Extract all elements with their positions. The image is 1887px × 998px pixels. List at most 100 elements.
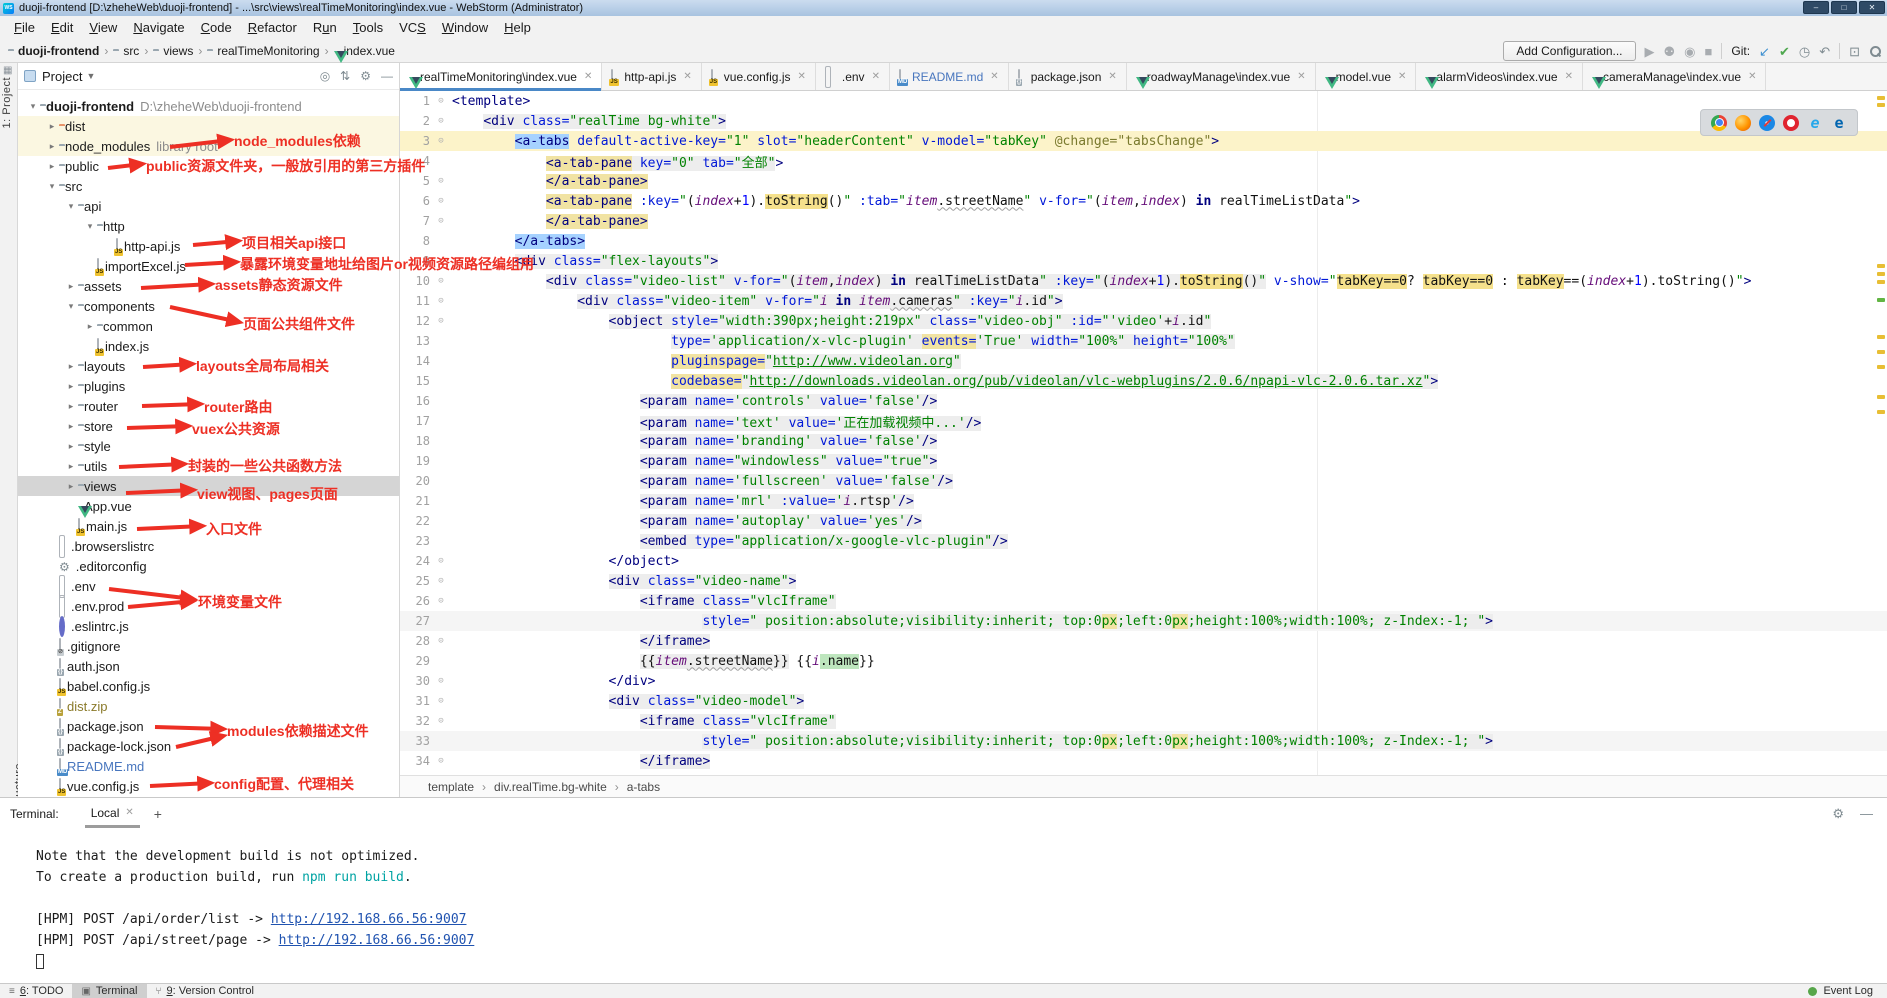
menu-item-run[interactable]: Run — [305, 18, 345, 37]
safari-icon[interactable] — [1759, 115, 1775, 131]
hide-panel-icon[interactable]: — — [381, 69, 393, 83]
tree-item-assets[interactable]: ▸assets — [18, 276, 399, 296]
code-editor[interactable]: 1⊝<template>2⊝ <div class="realTime bg-w… — [400, 91, 1887, 775]
editor-tab-README.md[interactable]: MDREADME.md✕ — [890, 63, 1009, 90]
locate-file-icon[interactable]: ◎ — [320, 69, 330, 83]
add-configuration-button[interactable]: Add Configuration... — [1503, 41, 1635, 61]
tree-item-http[interactable]: ▾http — [18, 216, 399, 236]
tree-item-utils[interactable]: ▸utils — [18, 456, 399, 476]
ie-icon[interactable]: e — [1807, 115, 1823, 131]
fold-marker[interactable]: ⊝ — [430, 676, 452, 686]
profiler-icon[interactable]: ◉ — [1684, 45, 1695, 58]
editor-tab-.env[interactable]: .env✕ — [816, 63, 890, 90]
fold-marker[interactable]: ⊝ — [430, 636, 452, 646]
close-icon[interactable]: ✕ — [125, 807, 133, 818]
tree-item-importExcel.js[interactable]: JSimportExcel.js — [18, 256, 399, 276]
editor-tab-http-api.js[interactable]: JShttp-api.js✕ — [602, 63, 701, 90]
stop-icon[interactable]: ■ — [1705, 45, 1713, 58]
editor-tab-model.vue[interactable]: model.vue✕ — [1316, 63, 1417, 90]
tree-item-.browserslistrc[interactable]: .browserslistrc — [18, 536, 399, 556]
menu-item-code[interactable]: Code — [193, 18, 240, 37]
tree-item-style[interactable]: ▸style — [18, 436, 399, 456]
editor-breadcrumb-item[interactable]: div.realTime.bg-white — [494, 780, 607, 794]
menu-item-window[interactable]: Window — [434, 18, 496, 37]
history-icon[interactable]: ◷ — [1799, 45, 1810, 58]
tree-item-src[interactable]: ▾src — [18, 176, 399, 196]
chevron-right-icon[interactable]: ▸ — [64, 441, 78, 452]
chevron-down-icon[interactable]: ▾ — [45, 181, 59, 192]
tree-item-nodemodules[interactable]: ▸node_moduleslibrary root — [18, 136, 399, 156]
tree-item-plugins[interactable]: ▸plugins — [18, 376, 399, 396]
close-icon[interactable]: ✕ — [872, 71, 880, 82]
search-icon[interactable] — [1869, 45, 1881, 57]
git-update-icon[interactable]: ↙ — [1759, 45, 1770, 58]
fold-marker[interactable]: ⊝ — [430, 116, 452, 126]
menu-item-tools[interactable]: Tools — [345, 18, 391, 37]
chevron-right-icon[interactable]: ▸ — [64, 401, 78, 412]
menu-item-refactor[interactable]: Refactor — [240, 18, 305, 37]
menu-item-edit[interactable]: Edit — [43, 18, 81, 37]
error-stripe[interactable] — [1875, 91, 1887, 775]
tree-item-components[interactable]: ▾components — [18, 296, 399, 316]
close-icon[interactable]: ✕ — [584, 71, 592, 82]
tree-item-http-api.js[interactable]: JShttp-api.js — [18, 236, 399, 256]
editor-tab-cameraManage-index.vue[interactable]: cameraManage\index.vue✕ — [1583, 63, 1766, 90]
breadcrumb-item-duoji-frontend[interactable]: duoji-frontend — [8, 44, 99, 58]
git-commit-icon[interactable]: ✔ — [1779, 45, 1790, 58]
chevron-right-icon[interactable]: ▸ — [45, 121, 59, 132]
chevron-right-icon[interactable]: ▸ — [83, 321, 97, 332]
fold-marker[interactable]: ⊝ — [430, 576, 452, 586]
tree-item-package.json[interactable]: {}package.json — [18, 716, 399, 736]
close-icon[interactable]: ✕ — [683, 71, 691, 82]
collapse-all-icon[interactable]: ⇅ — [340, 69, 350, 83]
terminal-tab-local[interactable]: Local ✕ — [85, 800, 140, 828]
tree-item-index.js[interactable]: JSindex.js — [18, 336, 399, 356]
tree-item-common[interactable]: ▸common — [18, 316, 399, 336]
close-icon[interactable]: ✕ — [1108, 71, 1116, 82]
todo-button[interactable]: ≡6: TODO — [0, 984, 72, 998]
tree-item-layouts[interactable]: ▸layouts — [18, 356, 399, 376]
editor-tab-roadwayManage-index.vue[interactable]: roadwayManage\index.vue✕ — [1127, 63, 1316, 90]
breadcrumb-item-realTimeMonitoring[interactable]: realTimeMonitoring — [207, 44, 319, 58]
close-icon[interactable]: ✕ — [797, 71, 805, 82]
fold-marker[interactable]: ⊝ — [430, 216, 452, 226]
editor-breadcrumb-item[interactable]: a-tabs — [627, 780, 660, 794]
fold-marker[interactable]: ⊝ — [430, 556, 452, 566]
tree-item-README.md[interactable]: MDREADME.md — [18, 756, 399, 776]
new-terminal-button[interactable]: + — [154, 806, 162, 822]
fold-marker[interactable]: ⊝ — [430, 716, 452, 726]
menu-item-help[interactable]: Help — [496, 18, 539, 37]
fold-marker[interactable]: ⊝ — [430, 756, 452, 766]
edge-icon[interactable]: e — [1831, 115, 1847, 131]
tree-item-dist[interactable]: ▸dist — [18, 116, 399, 136]
tree-item-babel.config.js[interactable]: JSbabel.config.js — [18, 676, 399, 696]
editor-tab-package.json[interactable]: {}package.json✕ — [1009, 63, 1127, 90]
fold-marker[interactable]: ⊝ — [430, 276, 452, 286]
tree-item-.editorconfig[interactable]: ⚙.editorconfig — [18, 556, 399, 576]
close-icon[interactable]: ✕ — [1297, 71, 1305, 82]
tree-item-main.js[interactable]: JSmain.js — [18, 516, 399, 536]
tree-item-duoji-frontend[interactable]: ▾duoji-frontendD:\zheheWeb\duoji-fronten… — [18, 96, 399, 116]
tool-button-project[interactable]: 1: Project — [1, 77, 17, 128]
fold-marker[interactable]: ⊝ — [430, 176, 452, 186]
breadcrumb-item-index.vue[interactable]: index.vue — [334, 44, 395, 58]
breadcrumb-item-views[interactable]: views — [153, 44, 193, 58]
run-icon[interactable]: ▶ — [1645, 45, 1655, 58]
terminal-output[interactable]: Note that the development build is not o… — [0, 829, 1887, 972]
menu-item-file[interactable]: File — [6, 18, 43, 37]
terminal-button[interactable]: ▣Terminal — [72, 984, 146, 998]
tree-item-api[interactable]: ▾api — [18, 196, 399, 216]
tree-item-.eslintrc.js[interactable]: .eslintrc.js — [18, 616, 399, 636]
tree-item-public[interactable]: ▸public — [18, 156, 399, 176]
menu-item-view[interactable]: View — [81, 18, 125, 37]
close-icon[interactable]: ✕ — [1565, 71, 1573, 82]
minimize-button[interactable]: – — [1803, 1, 1829, 14]
gear-icon[interactable]: ⚙ — [1832, 806, 1844, 822]
tree-item-vue.config.js[interactable]: JSvue.config.js — [18, 776, 399, 796]
chevron-right-icon[interactable]: ▸ — [64, 281, 78, 292]
chevron-right-icon[interactable]: ▸ — [64, 421, 78, 432]
chevron-right-icon[interactable]: ▸ — [45, 141, 59, 152]
chevron-right-icon[interactable]: ▸ — [64, 481, 78, 492]
tree-item-router[interactable]: ▸router — [18, 396, 399, 416]
tree-item-.env[interactable]: .env — [18, 576, 399, 596]
